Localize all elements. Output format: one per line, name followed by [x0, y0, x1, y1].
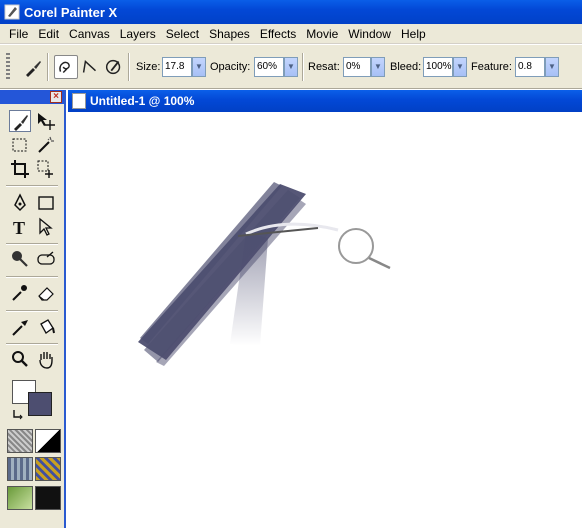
menu-help[interactable]: Help — [396, 27, 431, 41]
close-icon[interactable]: × — [50, 91, 62, 103]
selection-adjuster-icon[interactable] — [35, 158, 57, 180]
menu-shapes[interactable]: Shapes — [204, 27, 255, 41]
toolbox-divider — [6, 243, 58, 245]
toolbar-separator — [47, 53, 49, 81]
size-field[interactable]: 17.8 — [162, 57, 192, 77]
pattern-library-icon[interactable] — [7, 457, 33, 481]
menu-effects[interactable]: Effects — [255, 27, 301, 41]
looks-library-icon[interactable] — [35, 486, 61, 510]
toolbox-divider — [6, 185, 58, 187]
toolbox-divider — [6, 276, 58, 278]
paper-library-icon[interactable] — [7, 429, 33, 453]
resat-field[interactable]: 0% — [343, 57, 371, 77]
eyedropper-icon[interactable] — [9, 316, 31, 338]
toolbar-separator — [302, 53, 304, 81]
size-dropdown-icon[interactable]: ▼ — [192, 57, 206, 77]
document-title: Untitled-1 @ 100% — [90, 94, 195, 108]
brush-tool-icon[interactable] — [9, 110, 31, 132]
toolbox: × T — [0, 90, 66, 528]
menu-movie[interactable]: Movie — [301, 27, 343, 41]
rectangle-shape-icon[interactable] — [35, 192, 57, 214]
straight-line-icon[interactable] — [78, 55, 102, 79]
nozzle-library-icon[interactable] — [7, 486, 33, 510]
brush-cursor-handle — [368, 256, 391, 270]
title-bar: Corel Painter X — [0, 0, 582, 24]
menu-bar: File Edit Canvas Layers Select Shapes Ef… — [0, 24, 582, 44]
reset-tool-icon[interactable] — [102, 55, 126, 79]
gradient-library-icon[interactable] — [35, 429, 61, 453]
paint-bucket-icon[interactable] — [35, 316, 57, 338]
opacity-label: Opacity: — [210, 61, 251, 73]
swap-colors-icon[interactable] — [12, 408, 24, 420]
opacity-field[interactable]: 60% — [254, 57, 284, 77]
menu-file[interactable]: File — [4, 27, 33, 41]
text-tool-icon[interactable]: T — [9, 216, 31, 238]
canvas-artwork — [138, 182, 391, 366]
svg-text:T: T — [13, 218, 25, 238]
bleed-label: Bleed: — [390, 61, 422, 73]
layer-adjuster-icon[interactable] — [35, 110, 57, 132]
freehand-stroke-icon[interactable] — [54, 55, 78, 79]
magnifier-icon[interactable] — [9, 348, 31, 370]
app-icon — [4, 4, 20, 20]
document-window: Untitled-1 @ 100% — [68, 90, 582, 528]
menu-canvas[interactable]: Canvas — [64, 27, 115, 41]
crop-icon[interactable] — [9, 158, 31, 180]
grabber-hand-icon[interactable] — [35, 348, 57, 370]
toolbox-divider — [6, 310, 58, 312]
brush-stroke — [138, 182, 306, 366]
opacity-dropdown-icon[interactable]: ▼ — [284, 57, 298, 77]
document-title-bar[interactable]: Untitled-1 @ 100% — [68, 90, 582, 112]
toolbar-separator — [128, 53, 130, 81]
toolbar-grip[interactable] — [6, 53, 10, 81]
feature-label: Feature: — [471, 61, 512, 73]
eraser-icon[interactable] — [35, 282, 57, 304]
magic-wand-icon[interactable] — [35, 134, 57, 156]
dropper-brush-icon[interactable] — [9, 282, 31, 304]
brush-icon[interactable] — [20, 55, 44, 79]
document-icon — [72, 93, 86, 109]
cloner-tool-icon[interactable] — [35, 248, 57, 270]
canvas[interactable] — [68, 112, 582, 528]
resat-label: Resat: — [308, 61, 340, 73]
menu-select[interactable]: Select — [161, 27, 204, 41]
feature-field[interactable]: 0.8 — [515, 57, 545, 77]
menu-window[interactable]: Window — [343, 27, 396, 41]
pen-tool-icon[interactable] — [9, 192, 31, 214]
additional-color-swatch[interactable] — [28, 392, 52, 416]
bleed-field[interactable]: 100% — [423, 57, 453, 77]
toolbox-divider — [6, 343, 58, 345]
feature-dropdown-icon[interactable]: ▼ — [545, 57, 559, 77]
dodge-tool-icon[interactable] — [9, 248, 31, 270]
brush-cursor-icon — [338, 228, 374, 264]
menu-edit[interactable]: Edit — [33, 27, 64, 41]
resat-dropdown-icon[interactable]: ▼ — [371, 57, 385, 77]
rectangular-selection-icon[interactable] — [9, 134, 31, 156]
property-bar: Size: 17.8 ▼ Opacity: 60% ▼ Resat: 0% ▼ … — [0, 45, 582, 89]
bleed-dropdown-icon[interactable]: ▼ — [453, 57, 467, 77]
window-title: Corel Painter X — [24, 4, 118, 20]
shape-selection-icon[interactable] — [35, 216, 57, 238]
weaving-library-icon[interactable] — [35, 457, 61, 481]
size-label: Size: — [136, 61, 161, 73]
menu-layers[interactable]: Layers — [115, 27, 161, 41]
